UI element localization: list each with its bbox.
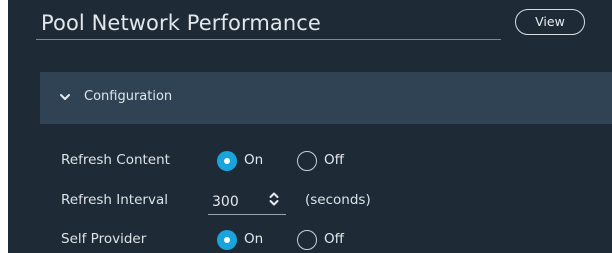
up-down-stepper-icon[interactable] [268,189,280,209]
chevron-down-icon [60,94,70,100]
radio-unchecked-icon [297,151,317,171]
refresh-content-label: Refresh Content [61,152,170,168]
self-provider-off-label: Off [324,231,344,247]
view-button[interactable]: View [515,9,585,35]
page-title: Pool Network Performance [41,11,321,35]
refresh-interval-units: (seconds) [305,192,371,208]
refresh-interval-input[interactable]: 300 [208,186,286,215]
radio-checked-icon [217,151,237,171]
self-provider-row: Self Provider On Off [8,225,612,253]
refresh-content-row: Refresh Content On Off [8,146,612,174]
radio-unchecked-icon [297,230,317,250]
radio-checked-icon [217,230,237,250]
refresh-interval-row: Refresh Interval 300 (seconds) [8,186,612,215]
widget-panel: Pool Network Performance View Configurat… [8,0,612,253]
refresh-content-off-radio[interactable]: Off [297,150,357,172]
self-provider-label: Self Provider [61,231,147,247]
self-provider-on-radio[interactable]: On [217,229,277,251]
refresh-interval-value: 300 [212,194,239,210]
refresh-interval-label: Refresh Interval [61,192,168,208]
self-provider-on-label: On [244,231,264,247]
refresh-content-off-label: Off [324,152,344,168]
configuration-section-header[interactable]: Configuration [40,72,612,124]
title-field[interactable]: Pool Network Performance [36,9,501,40]
configuration-section-label: Configuration [84,89,173,104]
self-provider-off-radio[interactable]: Off [297,229,357,251]
refresh-content-on-radio[interactable]: On [217,150,277,172]
refresh-content-on-label: On [244,152,264,168]
